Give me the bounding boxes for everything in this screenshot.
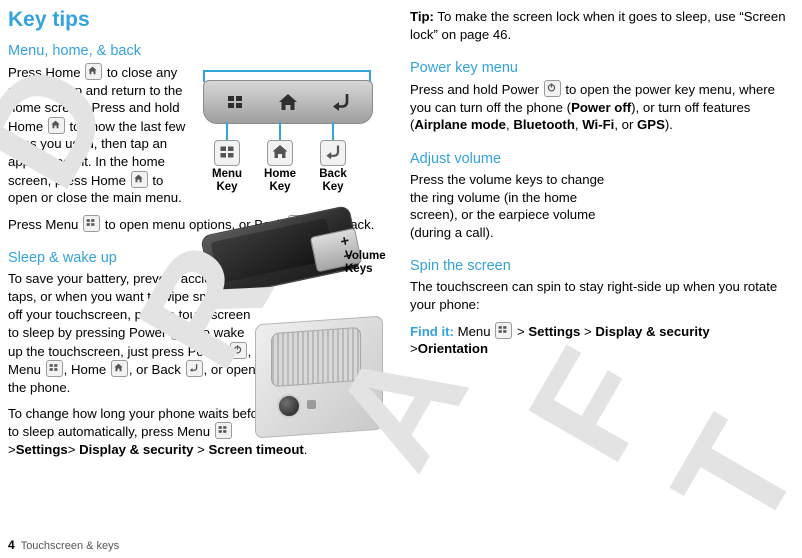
callout-label-line2: Keys [345, 263, 373, 275]
text-run: ). [664, 117, 673, 133]
manual-page: D R A F T Key tips Menu, home, & back Pr… [0, 0, 802, 558]
callout-back-key: Back Key [309, 140, 357, 194]
option-wifi: Wi-Fi [582, 117, 615, 133]
illustration-volume-keys: + – Volume Keys [200, 204, 386, 304]
phone-key-bar [203, 80, 373, 124]
phone-textured-panel [271, 326, 361, 388]
option-airplane-mode: Airplane mode [414, 117, 507, 133]
callout-volume-keys: Volume Keys [345, 250, 386, 276]
tip-label: Tip: [410, 9, 434, 24]
text-run: > [197, 441, 205, 457]
power-key-icon [543, 80, 561, 98]
back-key-glyph [328, 89, 354, 115]
camera-flash-icon [307, 400, 316, 409]
illustration-phone-back [255, 315, 385, 440]
text-run: > [516, 323, 525, 339]
text-run: > [8, 441, 16, 457]
menu-key-icon [83, 214, 101, 232]
option-bluetooth: Bluetooth [513, 117, 575, 133]
section-heading-spin-the-screen: Spin the screen [410, 258, 511, 275]
text-run: . [303, 441, 308, 457]
section-heading-adjust-volume: Adjust volume [410, 150, 502, 167]
home-key-icon [110, 360, 128, 378]
callout-label-line2: Key [322, 181, 344, 193]
paragraph-find-it: Find it: Menu > Settings > Display & sec… [410, 321, 795, 358]
right-column: Tip: To make the screen lock when it goe… [410, 0, 795, 366]
callout-label-line1: Home [264, 168, 296, 180]
menu-path-orientation: Orientation [417, 341, 489, 357]
menu-path-display-security: Display & security [595, 323, 710, 339]
leader-line-home [279, 122, 281, 140]
home-key-icon [47, 116, 65, 134]
paragraph-adjust-volume: Press the volume keys to change the ring… [410, 171, 605, 240]
power-key-icon [171, 323, 188, 341]
back-key-icon [320, 140, 346, 166]
text-run: Press Home [8, 65, 85, 80]
callout-label-line2: Key [269, 181, 291, 193]
menu-key-glyph [222, 89, 248, 115]
power-key-icon [229, 341, 247, 359]
option-gps: GPS [637, 117, 665, 133]
menu-path-settings: Settings [15, 441, 68, 457]
back-key-icon [185, 360, 203, 378]
find-it-label: Find it: [410, 323, 454, 339]
home-key-icon [130, 170, 148, 188]
menu-key-icon [214, 140, 240, 166]
callout-label-line1: Menu [211, 168, 243, 180]
menu-key-icon [45, 360, 63, 378]
text-run: , Home [63, 362, 110, 378]
menu-key-icon [214, 422, 232, 440]
page-title: Key tips [8, 8, 90, 31]
leader-line-menu [226, 122, 228, 140]
callout-menu-key: Menu Key [203, 140, 251, 194]
text-run: , or [614, 117, 638, 133]
text-run: > [584, 323, 592, 339]
tip-text: To make the screen lock when it goes to … [410, 9, 786, 42]
text-run: Press Menu [8, 216, 83, 232]
paragraph-menu-home-back: Press Home to close any menu or app and … [8, 63, 188, 207]
menu-path-display-security: Display & security [79, 441, 194, 457]
text-run: > [410, 341, 418, 357]
text-run: Menu [453, 323, 495, 339]
menu-key-icon [495, 321, 513, 339]
text-run: Press and hold Power [410, 82, 543, 98]
callout-label-line1: Volume [345, 250, 386, 262]
illustration-phone-keys: Menu Key Home Key Back Key [195, 52, 380, 193]
menu-path-settings: Settings [528, 323, 581, 339]
home-key-icon [267, 140, 293, 166]
callout-label-line2: Key [216, 181, 238, 193]
camera-lens-icon [277, 394, 301, 418]
page-number: 4 [8, 538, 15, 552]
page-footer: 4 Touchscreen & keys [8, 538, 119, 552]
menu-path-screen-timeout: Screen timeout [208, 441, 304, 457]
callout-home-key: Home Key [256, 140, 304, 194]
callout-label-line1: Back [319, 168, 347, 180]
home-key-icon [85, 63, 103, 80]
section-heading-power-key-menu: Power key menu [410, 60, 518, 77]
home-key-glyph [275, 89, 301, 115]
option-power-off: Power off [571, 99, 632, 115]
tip-paragraph: Tip: To make the screen lock when it goe… [410, 8, 795, 43]
footer-chapter: Touchscreen & keys [20, 540, 120, 552]
text-run: , or Back [128, 362, 185, 378]
leader-line-back [332, 122, 334, 140]
paragraph-power-key-menu: Press and hold Power to open the power k… [410, 80, 795, 134]
paragraph-spin-the-screen: The touchscreen can spin to stay right-s… [410, 279, 778, 312]
text-run: > [67, 441, 76, 457]
